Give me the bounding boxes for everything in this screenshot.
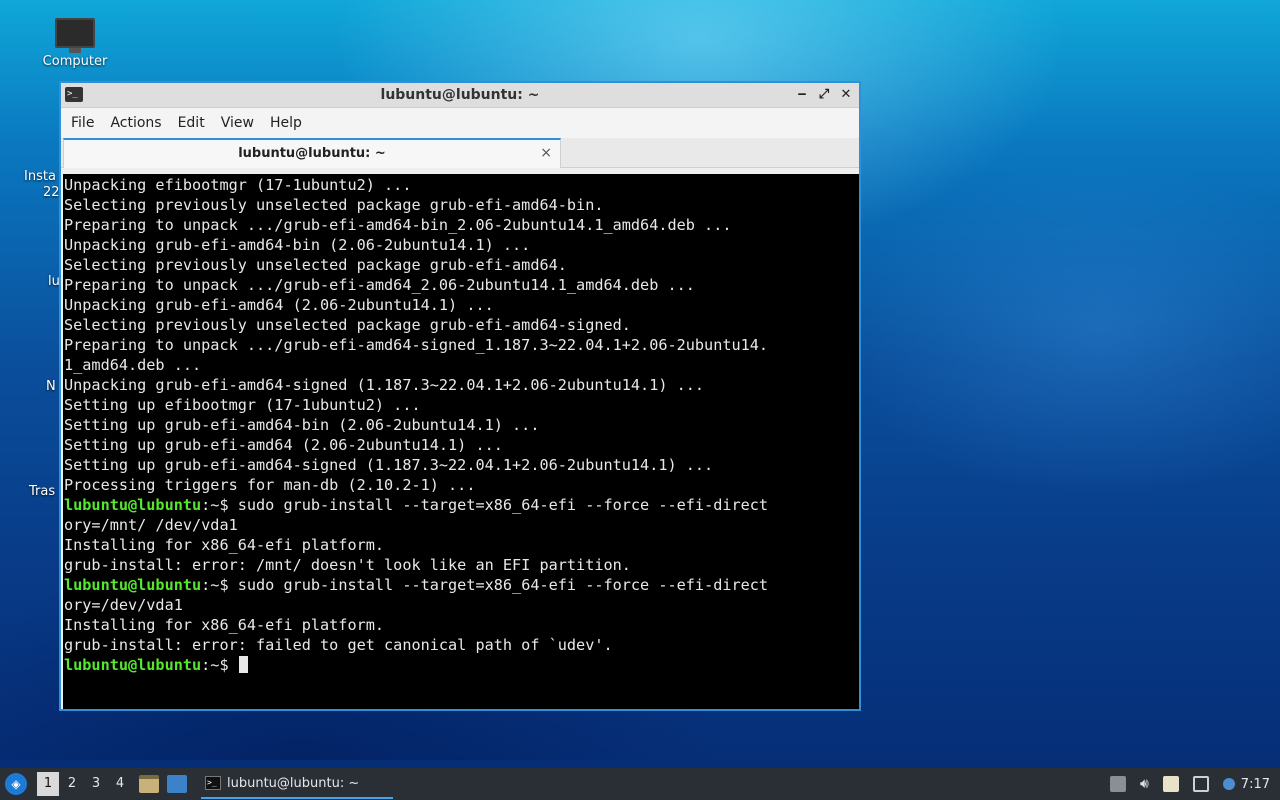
- prompt-user: lubuntu@lubuntu: [64, 576, 202, 594]
- command-text: sudo grub-install --target=x86_64-efi --…: [228, 496, 769, 514]
- menu-help[interactable]: Help: [262, 115, 310, 131]
- workspace-1[interactable]: 1: [37, 772, 59, 796]
- start-menu-icon[interactable]: ◈: [5, 773, 27, 795]
- terminal-output-line: Unpacking grub-efi-amd64-signed (1.187.3…: [64, 376, 705, 394]
- terminal-output-line: Setting up efibootmgr (17-1ubuntu2) ...: [64, 396, 421, 414]
- terminal-output-line: grub-install: error: /mnt/ doesn't look …: [64, 556, 631, 574]
- volume-icon[interactable]: 🔊︎: [1140, 776, 1149, 792]
- menu-view[interactable]: View: [213, 115, 262, 131]
- terminal-output-line: grub-install: error: failed to get canon…: [64, 636, 613, 654]
- update-icon[interactable]: [1109, 776, 1126, 792]
- clipboard-icon[interactable]: [1162, 776, 1179, 792]
- workspace-3[interactable]: 3: [85, 772, 107, 796]
- prompt-path: :~$: [201, 656, 229, 674]
- desktop-icon-installer-label[interactable]: Insta: [24, 169, 56, 184]
- terminal-output[interactable]: Unpacking efibootmgr (17-1ubuntu2) ... Se…: [63, 174, 859, 709]
- terminal-output-line: Unpacking grub-efi-amd64-bin (2.06-2ubun…: [64, 236, 531, 254]
- terminal-output-line: Setting up grub-efi-amd64-signed (1.187.…: [64, 456, 714, 474]
- terminal-app-icon: >_: [65, 87, 83, 102]
- terminal-prompt-line: lubuntu@lubuntu:~$ sudo grub-install --t…: [64, 495, 859, 515]
- menu-edit[interactable]: Edit: [170, 115, 213, 131]
- menu-actions[interactable]: Actions: [102, 115, 169, 131]
- window-title: lubuntu@lubuntu: ~: [380, 87, 540, 103]
- tab-close-icon[interactable]: ×: [540, 145, 552, 161]
- terminal-window[interactable]: >_ lubuntu@lubuntu: ~ ‒ ⤢ ✕ File Actions…: [59, 81, 861, 711]
- system-tray: 🔊︎ 7:17: [1109, 768, 1280, 800]
- command-text: [229, 656, 238, 674]
- terminal-output-line: Setting up grub-efi-amd64-bin (2.06-2ubu…: [64, 416, 540, 434]
- desktop-icon-installer-version: 22: [43, 185, 60, 200]
- computer-icon: [55, 18, 95, 53]
- terminal-output-line: Preparing to unpack .../grub-efi-amd64-b…: [64, 216, 732, 234]
- terminal-output-line: Installing for x86_64-efi platform.: [64, 536, 385, 554]
- terminal-prompt-line: lubuntu@lubuntu:~$ sudo grub-install --t…: [64, 575, 859, 595]
- file-manager-icon[interactable]: [139, 775, 159, 793]
- terminal-output-line: Selecting previously unselected package …: [64, 196, 604, 214]
- taskbar-terminal-label: lubuntu@lubuntu: ~: [227, 775, 360, 791]
- menu-bar: File Actions Edit View Help: [61, 108, 859, 138]
- terminal-output-line: Processing triggers for man-db (2.10.2-1…: [64, 476, 476, 494]
- prompt-path: :~$: [201, 496, 229, 514]
- close-button[interactable]: ✕: [837, 85, 855, 105]
- desktop-icon-computer[interactable]: Computer: [30, 16, 120, 69]
- menu-file[interactable]: File: [63, 115, 102, 131]
- terminal-output-line: ory=/mnt/ /dev/vda1: [64, 516, 238, 534]
- terminal-task-icon: >_: [205, 776, 221, 790]
- desktop-icon-trash-label[interactable]: Tras: [29, 484, 55, 499]
- tab-label: lubuntu@lubuntu: ~: [238, 146, 386, 161]
- prompt-user: lubuntu@lubuntu: [64, 656, 202, 674]
- terminal-output-line: 1_amd64.deb ...: [64, 356, 202, 374]
- desktop-icon-network-label[interactable]: N: [46, 379, 56, 394]
- terminal-output-line: Preparing to unpack .../grub-efi-amd64_2…: [64, 276, 695, 294]
- workspace-4[interactable]: 4: [109, 772, 131, 796]
- desktop-icon-label: Computer: [42, 54, 108, 69]
- prompt-path: :~$: [201, 576, 229, 594]
- terminal-output-line: Selecting previously unselected package …: [64, 256, 567, 274]
- tab-bar: lubuntu@lubuntu: ~ ×: [61, 138, 859, 168]
- prompt-user: lubuntu@lubuntu: [64, 496, 202, 514]
- terminal-output-line: Preparing to unpack .../grub-efi-amd64-s…: [64, 336, 769, 354]
- terminal-output-line: ory=/dev/vda1: [64, 596, 183, 614]
- terminal-output-line: Installing for x86_64-efi platform.: [64, 616, 385, 634]
- show-desktop-icon[interactable]: [167, 775, 187, 793]
- terminal-output-line: Unpacking efibootmgr (17-1ubuntu2) ...: [64, 176, 412, 194]
- network-icon[interactable]: [1192, 776, 1209, 792]
- taskbar: ◈ 1 2 3 4 >_ lubuntu@lubuntu: ~ 🔊︎ 7:17: [0, 768, 1280, 800]
- clock[interactable]: 7:17: [1241, 777, 1270, 792]
- terminal-prompt-line: lubuntu@lubuntu:~$: [64, 655, 859, 675]
- taskbar-terminal-button[interactable]: >_ lubuntu@lubuntu: ~: [201, 769, 393, 799]
- notification-icon[interactable]: [1222, 778, 1235, 790]
- workspace-2[interactable]: 2: [61, 772, 83, 796]
- terminal-cursor: [238, 656, 248, 673]
- maximize-button[interactable]: ⤢: [815, 85, 833, 105]
- window-titlebar[interactable]: >_ lubuntu@lubuntu: ~ ‒ ⤢ ✕: [61, 83, 859, 108]
- command-text: sudo grub-install --target=x86_64-efi --…: [228, 576, 769, 594]
- tab-terminal[interactable]: lubuntu@lubuntu: ~ ×: [63, 138, 561, 168]
- terminal-output-line: Unpacking grub-efi-amd64 (2.06-2ubuntu14…: [64, 296, 494, 314]
- minimize-button[interactable]: ‒: [793, 85, 811, 105]
- terminal-output-line: Setting up grub-efi-amd64 (2.06-2ubuntu1…: [64, 436, 503, 454]
- terminal-output-line: Selecting previously unselected package …: [64, 316, 631, 334]
